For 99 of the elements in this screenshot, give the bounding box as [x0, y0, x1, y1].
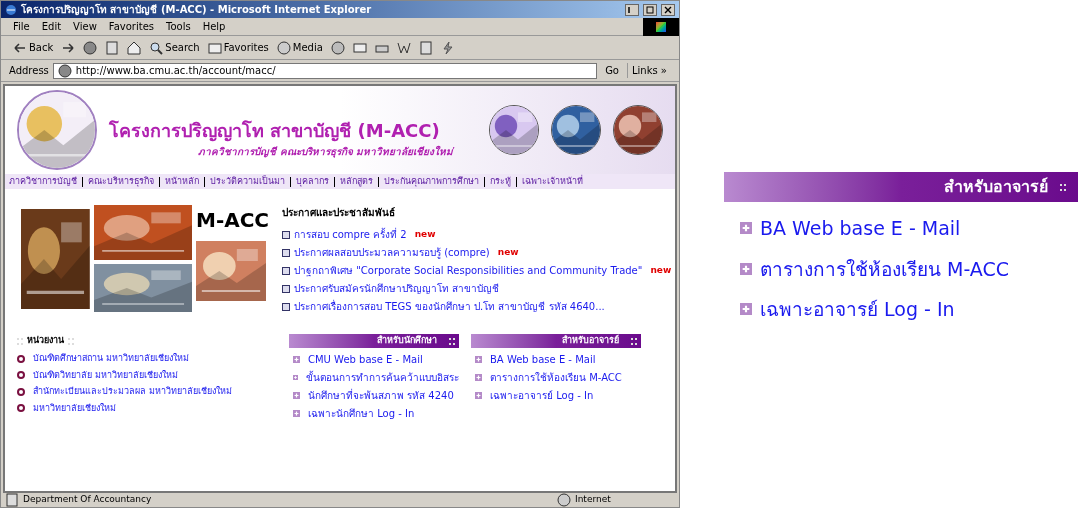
news-link[interactable]: ประกาศเรื่องการสอบ TEGS ของนักศึกษา ป.โท สาขาบัญชี รหัส 4640... [294, 299, 605, 314]
plus-square-icon [293, 374, 298, 381]
plus-square-icon [475, 374, 482, 381]
discuss-button[interactable] [418, 40, 433, 55]
link[interactable]: BA Web base E - Mail [760, 214, 961, 243]
messenger-button[interactable] [440, 40, 455, 55]
link[interactable]: CMU Web base E - Mail [308, 352, 423, 367]
favorites-icon[interactable] [207, 40, 222, 55]
nav-link[interactable]: คณะบริหารธุรกิจ [88, 174, 154, 189]
square-bullet-icon [282, 248, 290, 257]
mail-button[interactable] [352, 40, 367, 55]
plus-square-icon [475, 392, 482, 399]
nav-link[interactable]: ภาควิชาการบัญชี [9, 174, 77, 189]
link[interactable]: ตารางการใช้ห้องเรียน M-ACC [490, 370, 622, 385]
news-heading: ประกาศและประชาสัมพันธ์ [282, 206, 396, 220]
link[interactable]: BA Web base E - Mail [490, 352, 596, 367]
ring-bullet-icon [17, 387, 25, 396]
ring-bullet-icon [17, 354, 25, 363]
menu-item[interactable]: Favorites [108, 19, 154, 34]
menu-item[interactable]: Edit [41, 19, 62, 34]
maximize-button[interactable] [643, 3, 657, 16]
edit-button[interactable] [396, 40, 411, 55]
site-title: โครงการปริญญาโท สาขาบัญชี (M-ACC) [109, 119, 441, 144]
links-button[interactable]: Links » [627, 63, 671, 78]
plus-square-icon [475, 356, 482, 363]
go-button[interactable]: Go [601, 63, 623, 78]
dots-icon [17, 337, 23, 345]
maximize-icon [646, 5, 654, 14]
menu-item[interactable]: Help [202, 19, 226, 34]
square-bullet-icon [282, 302, 290, 311]
section-title: สำหรับนักศึกษา [377, 334, 437, 348]
nav-link[interactable]: บุคลากร [296, 174, 329, 189]
favorites-button[interactable]: Favorites [207, 40, 269, 55]
plus-square-icon [293, 392, 300, 399]
nav-link[interactable]: เฉพาะเจ้าหน้าที่ [522, 174, 583, 189]
nav-link[interactable]: กระทู้ [490, 174, 511, 189]
back-button[interactable]: Back [13, 40, 54, 55]
dots-icon [631, 337, 637, 345]
zone-text: Internet [575, 493, 612, 507]
nav-link[interactable]: หน้าหลัก [165, 174, 199, 189]
forward-button[interactable] [61, 40, 76, 55]
link[interactable]: สำนักทะเบียนและประมวลผล มหาวิทยาลัยเชียงใหม่ [33, 385, 232, 399]
nav-link[interactable]: หลักสูตร [340, 174, 373, 189]
media-button[interactable]: Media [276, 40, 323, 55]
square-bullet-icon [282, 230, 290, 239]
address-label: Address [9, 64, 49, 78]
square-bullet-icon [282, 284, 290, 293]
collage-label: M-ACC [196, 207, 266, 234]
search-button[interactable]: Search [149, 40, 200, 55]
new-label: new [414, 227, 436, 241]
dots-icon [449, 337, 455, 345]
browser-icon [5, 3, 17, 16]
minimize-button[interactable] [625, 3, 639, 16]
news-link[interactable]: ประกาศรับสมัครนักศึกษาปริญญาโท สาขาบัญชี [294, 281, 500, 296]
nav-link[interactable]: ประกันคุณภาพการศึกษา [384, 174, 479, 189]
new-label: new [497, 245, 519, 259]
close-button[interactable] [661, 3, 675, 16]
close-icon [664, 5, 672, 14]
plus-square-icon [740, 222, 752, 235]
link[interactable]: ขั้นตอนการทำการค้นคว้าแบบอิสระ [306, 370, 459, 385]
ring-bullet-icon [17, 371, 25, 380]
link[interactable]: เฉพาะอาจารย์ Log - In [490, 388, 594, 403]
status-text: Department Of Accountancy [23, 493, 153, 507]
news-link[interactable]: ปาฐกถาพิเศษ "Corporate Social Responsibilities and Community Trade" [294, 263, 643, 278]
refresh-button[interactable] [105, 40, 120, 55]
plus-square-icon [293, 410, 300, 417]
new-label: new [650, 263, 672, 277]
site-subtitle: ภาควิชาการบัญชี คณะบริหารธุรกิจ มหาวิทยาลัยเชียงใหม่ [198, 144, 456, 159]
home-button[interactable] [127, 40, 142, 55]
plus-square-icon [740, 303, 752, 316]
section-title: หน่วยงาน [27, 334, 64, 348]
link[interactable]: บัณฑิตวิทยาลัย มหาวิทยาลัยเชียงใหม่ [33, 368, 178, 382]
link[interactable]: เฉพาะนักศึกษา Log - In [308, 406, 415, 421]
back-icon[interactable] [13, 40, 27, 55]
plus-square-icon [293, 356, 300, 363]
news-link[interactable]: การสอบ compre ครั้งที่ 2 [294, 227, 407, 242]
nav-link[interactable]: ประวัติความเป็นมา [210, 174, 285, 189]
stop-icon[interactable] [57, 63, 72, 78]
news-link[interactable]: ประกาศผลสอบประมวลความรอบรู้ (compre) [294, 245, 490, 260]
ring-bullet-icon [17, 404, 25, 413]
dots-icon [1060, 183, 1066, 191]
section-title: สำหรับอาจารย์ [562, 334, 619, 348]
menu-item[interactable]: Tools [166, 19, 191, 34]
stop-button[interactable] [83, 40, 98, 55]
menu-item[interactable]: View [73, 19, 97, 34]
plus-square-icon [740, 262, 752, 275]
history-button[interactable] [330, 40, 345, 55]
link[interactable]: ตารางการใช้ห้องเรียน M-ACC [760, 254, 1010, 283]
search-icon[interactable] [149, 40, 164, 55]
dots-icon [68, 337, 74, 345]
square-bullet-icon [282, 266, 290, 275]
window-title: โครงการปริญญาโท สาขาบัญชี (M-ACC) - Microsoft Internet Explorer [21, 3, 373, 17]
link[interactable]: บัณฑิตศึกษาสถาน มหาวิทยาลัยเชียงใหม่ [33, 352, 189, 366]
link[interactable]: นักศึกษาที่จะพ้นสภาพ รหัส 4240 [308, 388, 454, 403]
menu-item[interactable]: File [13, 19, 30, 34]
link[interactable]: เฉพาะอาจารย์ Log - In [760, 295, 955, 324]
link[interactable]: มหาวิทยาลัยเชียงใหม่ [33, 401, 116, 415]
address-field[interactable]: http://www.ba.cmu.ac.th/account/macc/ [52, 62, 598, 79]
section-title: สำหรับอาจารย์ [944, 176, 1048, 198]
